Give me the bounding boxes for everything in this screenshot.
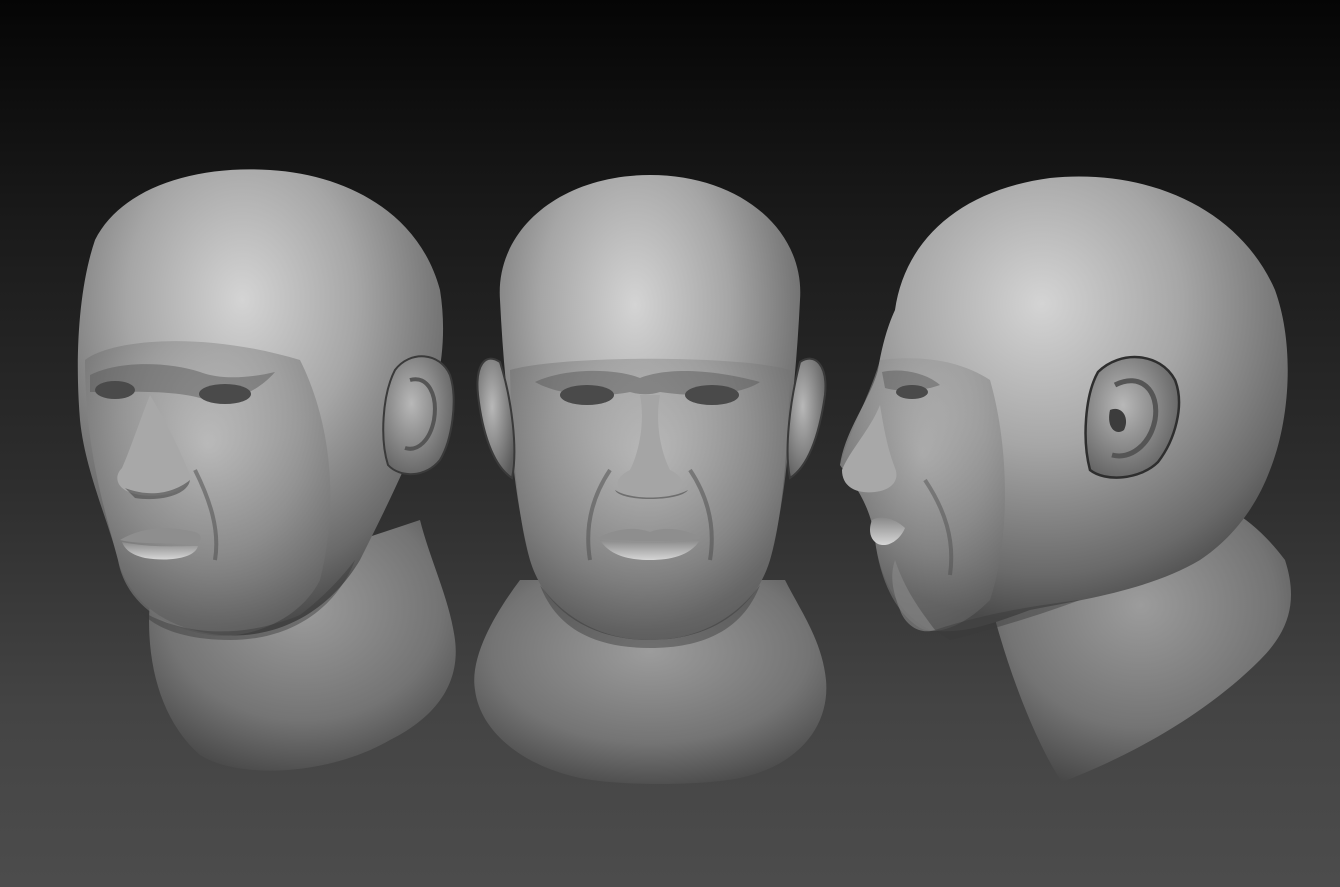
sculpt-viewport[interactable] [0, 0, 1340, 887]
ear [382, 355, 455, 476]
sculpt-canvas[interactable] [0, 0, 1340, 887]
right-eye [685, 385, 739, 405]
head-profile-view[interactable] [840, 176, 1292, 782]
head-three-quarter-view[interactable] [77, 169, 456, 771]
right-eye [199, 384, 251, 404]
eye [896, 385, 928, 399]
left-eye [95, 381, 135, 399]
head-front-view[interactable] [474, 175, 827, 784]
face-plane [840, 358, 1005, 631]
left-eye [560, 385, 614, 405]
